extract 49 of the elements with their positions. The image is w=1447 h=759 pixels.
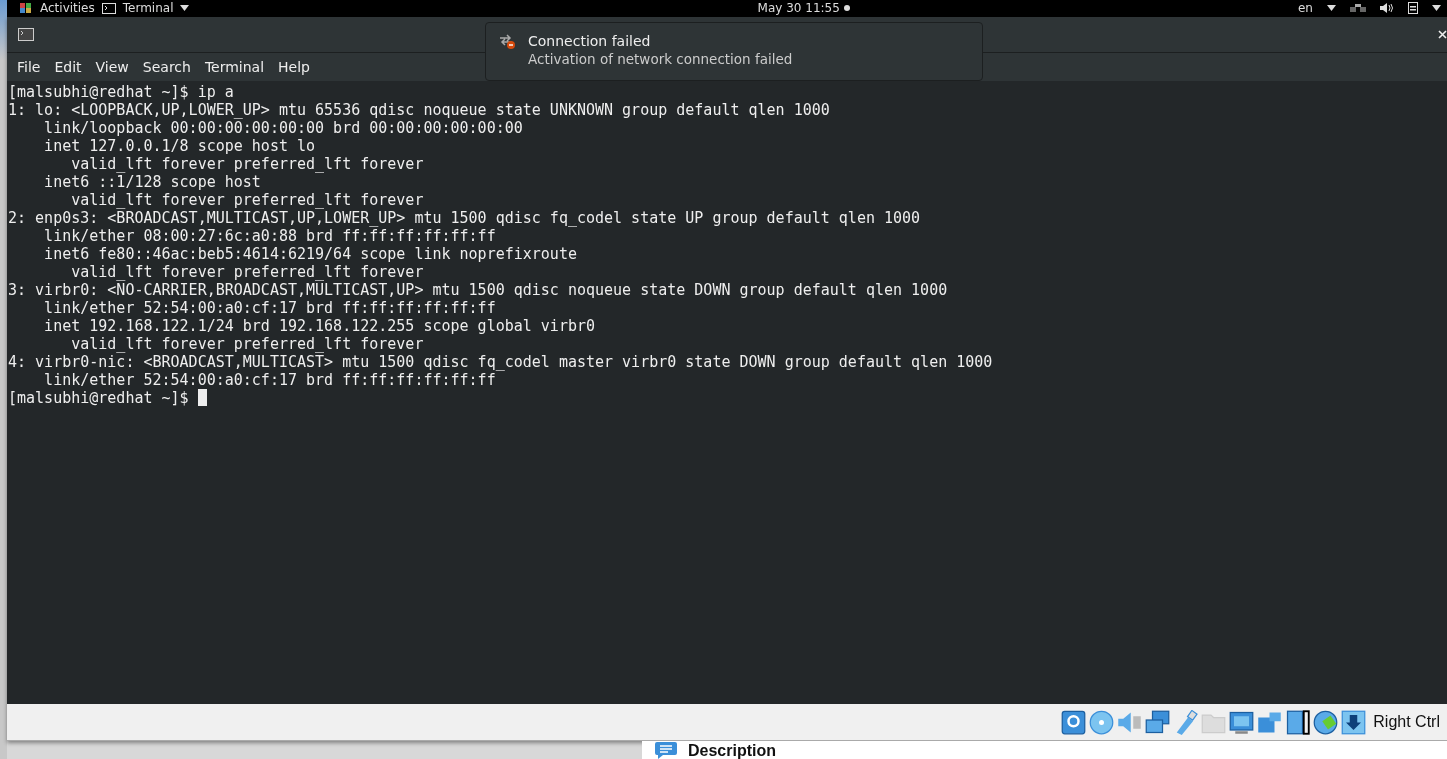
menu-item[interactable]: File (10, 56, 48, 77)
clock[interactable]: May 30 11:55 (757, 1, 840, 16)
terminal-icon (18, 27, 34, 41)
caret-icon (1432, 5, 1441, 12)
menu-item[interactable]: View (88, 56, 136, 77)
app-menu[interactable]: Terminal (122, 1, 174, 16)
display-icon[interactable] (1229, 709, 1255, 735)
network-icon[interactable] (1350, 4, 1366, 13)
terminal-line: 3: virbr0: <NO-CARRIER,BROADCAST,MULTICAST,UP> mtu 1500 qdisc noqueue state DOWN group default qlen 1000 (8, 280, 949, 299)
language-indicator[interactable]: en (1298, 1, 1313, 16)
terminal-line: link/loopback 00:00:00:00:00:00 brd 00:00:00:00:00:00 (43, 118, 524, 137)
cursor (197, 389, 207, 407)
notification-body: Activation of network connection failed (528, 51, 793, 67)
terminal-icon (101, 2, 116, 14)
speaker-icon[interactable] (1380, 3, 1394, 14)
network-error-icon (498, 33, 516, 49)
terminal-line: 4: virbr0-nic: <BROADCAST,MULTICAST> mtu 1500 qdisc fq_codel master virbr0 state DOWN group default qlen 1000 (8, 352, 994, 371)
terminal-line: valid_lft forever preferred_lft forever (70, 154, 425, 173)
notification-card[interactable]: Connection failed Activation of network connection failed (485, 22, 983, 81)
terminal-line: valid_lft forever preferred_lft forever (70, 334, 425, 353)
terminal-line: link/ether 08:00:27:6c:a0:88 brd ff:ff:ff:ff:ff:ff (43, 226, 497, 245)
terminal-line: inet 127.0.0.1/8 scope host lo (43, 136, 317, 155)
section-heading: Description (688, 743, 776, 759)
close-icon[interactable] (1438, 29, 1447, 39)
caret-icon (1327, 5, 1336, 12)
notification-title: Connection failed (528, 33, 652, 49)
terminal-line: [malsubhi@redhat ~]$ ip a (8, 82, 235, 101)
terminal-line: inet6 ::1/128 scope host (43, 172, 261, 191)
terminal-line: inet6 fe80::46ac:beb5:4614:6219/64 scope link noprefixroute (43, 244, 578, 263)
terminal-line: link/ether 52:54:00:a0:cf:17 brd ff:ff:ff:ff:ff:ff (43, 298, 497, 317)
terminal-line: valid_lft forever preferred_lft forever (70, 190, 425, 209)
terminal-line: inet 192.168.122.1/24 brd 192.168.122.255 scope global virbr0 (43, 316, 596, 335)
optical-disc-icon[interactable] (1089, 709, 1115, 735)
caret-icon (180, 5, 190, 12)
activities-icon (19, 2, 33, 15)
notification-dot-icon (843, 5, 850, 12)
terminal-line: 2: enp0s3: <BROADCAST,MULTICAST,UP,LOWER_UP> mtu 1500 qdisc fq_codel state UP group default qlen 1000 (8, 208, 922, 227)
host-key-label: Right Ctrl (1373, 713, 1440, 731)
menu-item[interactable]: Edit (47, 56, 89, 77)
terminal-line: valid_lft forever preferred_lft forever (70, 262, 425, 281)
activities-button[interactable]: Activities (40, 1, 95, 16)
menu-item[interactable]: Search (135, 56, 198, 77)
terminal-line: [malsubhi@redhat ~]$ (8, 388, 189, 407)
network-icon[interactable] (1145, 709, 1171, 735)
menu-item[interactable]: Terminal (197, 56, 272, 77)
terminal-area[interactable] (7, 80, 1447, 704)
terminal-line: 1: lo: <LOOPBACK,UP,LOWER_UP> mtu 65536 qdisc noqueue state UNKNOWN group default qlen 1000 (8, 100, 831, 119)
menu-item[interactable]: Help (271, 56, 317, 77)
terminal-line: link/ether 52:54:00:a0:cf:17 brd ff:ff:ff:ff:ff:ff (43, 370, 496, 389)
